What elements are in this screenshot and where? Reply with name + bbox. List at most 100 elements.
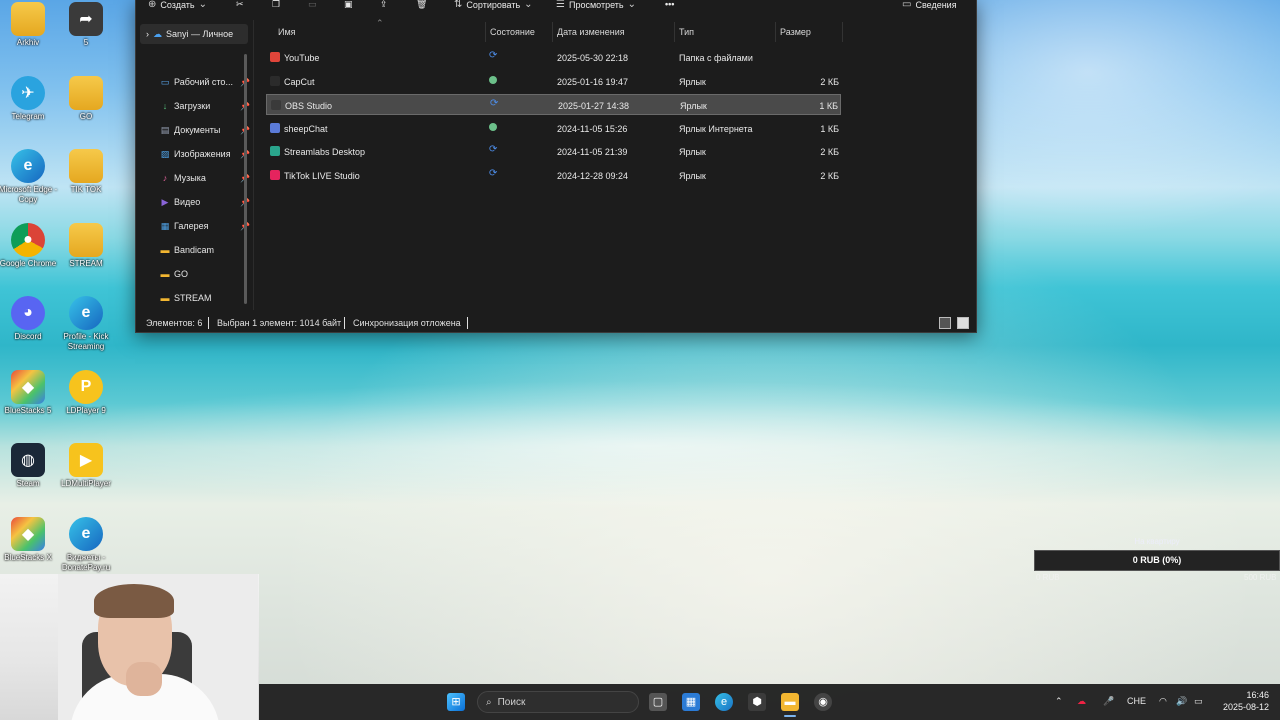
more-options-button[interactable]: ••• (665, 0, 674, 9)
file-name: OBS Studio (285, 101, 333, 111)
nav-item[interactable]: ♪Музыка📌 (160, 170, 252, 186)
details-view-button[interactable] (939, 317, 951, 329)
desktop-icon-folder[interactable]: TIK TOK (56, 149, 116, 195)
folder-icon (69, 222, 103, 257)
sort-up-icon: ⌃ (376, 18, 384, 28)
column-status[interactable]: Состояние (490, 27, 535, 37)
synced-ok-icon (489, 75, 497, 86)
delete-icon[interactable]: 🗑 (416, 0, 427, 10)
tray-overflow-icon[interactable]: ⌃ (1055, 696, 1063, 707)
sort-button[interactable]: ⇅ Сортировать ⌄ (454, 0, 533, 10)
desktop-icon-ldmulti[interactable]: ▶ LDMultiPlayer (56, 443, 116, 489)
file-explorer-icon[interactable]: ▬ (781, 693, 799, 711)
file-row[interactable]: sheepChat 2024-11-05 15:26 Ярлык Интернета… (266, 118, 841, 139)
desktop-icon-edge[interactable]: e Microsoft Edge - Copy (0, 149, 58, 205)
onedrive-error-icon[interactable]: ☁ (1077, 696, 1086, 707)
donation-max: 500 RUB (1244, 573, 1277, 582)
wallpaper-surf (0, 380, 1280, 510)
nav-onedrive-personal[interactable]: › ☁ Sanyi — Личное (140, 24, 248, 44)
file-row[interactable]: OBS Studio ⟳ 2025-01-27 14:38 Ярлык 1 КБ (266, 94, 841, 115)
obs-icon[interactable]: ◉ (814, 693, 832, 711)
nav-scrollbar[interactable] (244, 54, 247, 304)
file-type-icon (270, 75, 280, 86)
taskbar-clock[interactable]: 16:46 2025-08-12 (1219, 689, 1269, 713)
microphone-icon[interactable]: 🎤 (1103, 696, 1114, 707)
desktop-icon-label: Discord (14, 332, 42, 341)
file-row[interactable]: Streamlabs Desktop ⟳ 2024-11-05 21:39 Ярлык… (266, 141, 841, 162)
file-name: TikTok LIVE Studio (284, 170, 360, 181)
documents-icon: ▤ (160, 124, 170, 135)
rename-icon[interactable]: ▣ (344, 0, 353, 10)
column-divider[interactable] (485, 22, 486, 42)
nav-item[interactable]: ▬ Bandicam (160, 242, 252, 258)
wifi-icon[interactable]: ◠ (1159, 696, 1167, 707)
file-explorer-window: ⊕ Создать ⌄ ✂ ❐ ▭ ▣ ⇪ 🗑 ⇅ Сортировать ⌄ … (135, 0, 977, 333)
file-row[interactable]: CapCut 2025-01-16 19:47 Ярлык 2 КБ (266, 71, 841, 92)
column-name[interactable]: Имя (278, 27, 296, 37)
file-size: 2 КБ (820, 76, 839, 87)
nav-item[interactable]: ▭Рабочий сто...📌 (160, 74, 252, 90)
column-divider[interactable] (552, 22, 553, 42)
desktop-icon-edge[interactable]: e Profile - Kick Streaming (56, 296, 116, 352)
file-type: Ярлык (679, 170, 706, 181)
paste-icon[interactable]: ▭ (308, 0, 317, 10)
language-indicator[interactable]: СНЕ (1127, 696, 1146, 706)
column-size[interactable]: Размер (780, 27, 811, 37)
nav-item[interactable]: ▨Изображения📌 (160, 146, 252, 162)
view-button[interactable]: ☰ Просмотреть ⌄ (556, 0, 636, 10)
column-divider[interactable] (842, 22, 843, 42)
desktop-icon-chrome[interactable]: ● Google Chrome (0, 222, 58, 269)
tiles-view-button[interactable] (957, 317, 969, 329)
file-modified: 2025-01-27 14:38 (558, 101, 630, 111)
nav-item[interactable]: ▶Видео📌 (160, 194, 252, 210)
desktop-icon-bluestacks[interactable]: ◆ BlueStacks 5 (0, 369, 58, 416)
nav-item[interactable]: ↓Загрузки📌 (160, 98, 252, 114)
file-modified: 2025-05-30 22:18 (557, 53, 629, 63)
desktop-icon-edge[interactable]: e Виджеты - DonatePay.ru (56, 516, 116, 573)
nav-item[interactable]: ▬ STREAM (160, 290, 252, 306)
desktop-icon-folder[interactable]: STREAM (56, 222, 116, 269)
synced-ok-icon (489, 122, 497, 133)
desktop-icon-shortcut[interactable]: ➦ 5 (56, 2, 116, 48)
column-divider[interactable] (674, 22, 675, 42)
nav-item[interactable]: ▤Документы📌 (160, 122, 252, 138)
column-modified[interactable]: Дата изменения (557, 27, 625, 37)
bluestacks-icon: ◆ (11, 516, 45, 551)
store-icon[interactable]: ▦ (682, 693, 700, 711)
start-windows-icon[interactable]: ⊞ (447, 693, 465, 711)
file-row[interactable]: YouTube ⟳ 2025-05-30 22:18 Папка с файлами (266, 47, 841, 68)
column-type[interactable]: Тип (679, 27, 694, 37)
task-view-icon[interactable]: ▢ (649, 693, 667, 711)
folder-icon (69, 149, 103, 183)
file-name: YouTube (284, 53, 320, 63)
column-divider[interactable] (775, 22, 776, 42)
details-pane-icon: ▭ (902, 0, 912, 10)
file-row[interactable]: TikTok LIVE Studio ⟳ 2024-12-28 09:24 Ярлык… (266, 165, 841, 186)
desktop-icon-ldplayer[interactable]: P LDPlayer 9 (56, 369, 116, 416)
volume-icon[interactable]: 🔊 (1176, 696, 1187, 707)
donation-goal-title: На квартиру (1134, 537, 1180, 546)
desktop-icon-label: 5 (83, 38, 89, 47)
desktop-icon-steam[interactable]: ◍ Steam (0, 443, 58, 489)
file-type-icon (270, 122, 280, 133)
nav-item[interactable]: ▦Галерея📌 (160, 218, 252, 234)
app-icon[interactable]: ⬢ (748, 693, 766, 711)
taskbar-search[interactable]: ⌕ Поиск (477, 691, 639, 713)
share-icon[interactable]: ⇪ (380, 0, 388, 10)
nav-item[interactable]: ▬ GO (160, 266, 252, 282)
desktop-icon-folder[interactable]: Arkhiv (0, 2, 58, 48)
copy-icon[interactable]: ❐ (272, 0, 280, 10)
nav-item-label: Изображения (174, 149, 231, 159)
desktop-icon-bluestacks[interactable]: ◆ BlueStacks X (0, 516, 58, 563)
cut-icon[interactable]: ✂ (236, 0, 244, 10)
create-button[interactable]: ⊕ Создать ⌄ (148, 0, 207, 10)
desktop-icon-discord[interactable]: ◕ Discord (0, 296, 58, 342)
details-button[interactable]: ▭ Сведения (902, 0, 957, 10)
desktop-icon-folder[interactable]: GO (56, 75, 116, 122)
navigation-pane: › ☁ Sanyi — Личное ▭Рабочий сто...📌 ↓Загр… (136, 20, 254, 310)
edge-icon[interactable]: e (715, 693, 733, 711)
pictures-icon: ▨ (160, 148, 170, 159)
folder-icon: ▬ (160, 293, 170, 303)
desktop-icon-telegram[interactable]: ✈ Telegram (0, 75, 58, 122)
battery-icon[interactable]: ▭ (1194, 696, 1203, 707)
